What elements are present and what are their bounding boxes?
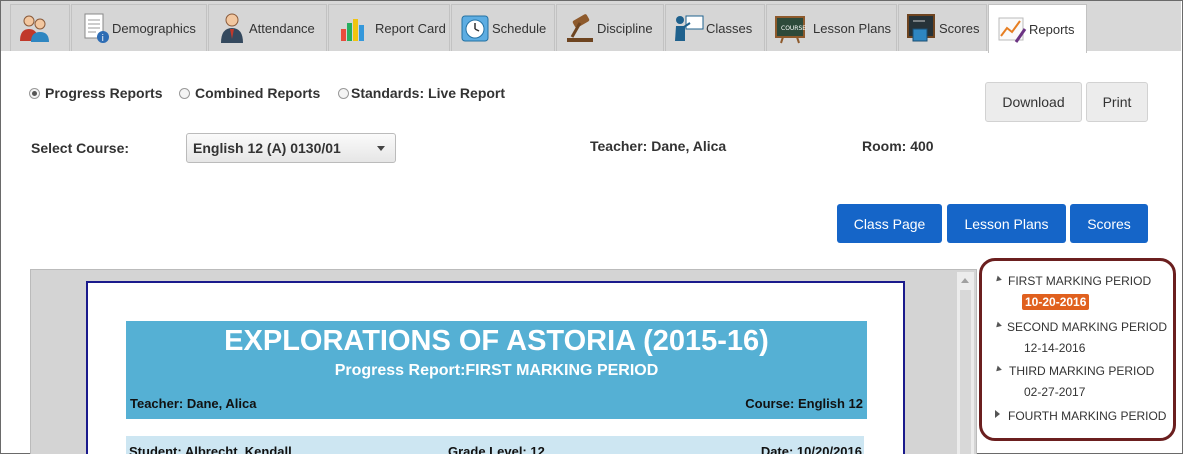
report-subtitle: Progress Report:FIRST MARKING PERIOD bbox=[334, 362, 659, 379]
marking-period-date-selected[interactable]: 10-20-2016 bbox=[1022, 294, 1090, 310]
course-select-value: English 12 (A) 0130/01 bbox=[193, 140, 341, 156]
clock-icon bbox=[458, 11, 492, 45]
tab-bar: i Demographics Attendance Report Card Sc… bbox=[1, 1, 1181, 53]
tab-attendance[interactable]: Attendance bbox=[208, 4, 327, 51]
marking-period-panel: FIRST MARKING PERIOD 10-20-2016 SECOND M… bbox=[979, 258, 1176, 441]
tab-report-card[interactable]: Report Card bbox=[328, 4, 450, 51]
teacher-info: Teacher: Dane, Alica bbox=[590, 138, 727, 154]
report-scrollbar[interactable] bbox=[957, 272, 974, 454]
radio-button[interactable] bbox=[179, 87, 190, 99]
report-grade-level: Grade Level: 12 bbox=[448, 444, 545, 454]
report-student: Student: Albrecht, Kendall bbox=[129, 444, 292, 454]
people-icon bbox=[17, 11, 51, 45]
tab-label: Demographics bbox=[112, 20, 196, 36]
marking-period-second[interactable]: SECOND MARKING PERIOD bbox=[1007, 320, 1167, 334]
teacher-icon bbox=[215, 11, 249, 45]
select-course-label: Select Course: bbox=[31, 140, 130, 156]
lesson-plans-button[interactable]: Lesson Plans bbox=[947, 204, 1066, 243]
expand-triangle-icon[interactable] bbox=[994, 275, 1002, 284]
scores-button[interactable]: Scores bbox=[1070, 204, 1148, 243]
radio-progress-reports[interactable]: Progress Reports bbox=[29, 85, 162, 101]
tab-label: Attendance bbox=[249, 20, 315, 36]
document-info-icon: i bbox=[78, 11, 112, 45]
line-chart-icon bbox=[995, 12, 1029, 46]
radio-label: Combined Reports bbox=[195, 85, 321, 101]
expand-triangle-icon[interactable] bbox=[994, 365, 1002, 374]
presenter-icon bbox=[672, 11, 706, 45]
room-info: Room: 400 bbox=[862, 138, 934, 154]
svg-text:COURSE: COURSE bbox=[781, 25, 806, 32]
tab-label: Reports bbox=[1029, 21, 1075, 37]
course-select[interactable]: English 12 (A) 0130/01 bbox=[186, 133, 396, 163]
scroll-thumb[interactable] bbox=[960, 290, 971, 454]
marking-period-fourth[interactable]: FOURTH MARKING PERIOD bbox=[1008, 409, 1166, 423]
student-info-bar: Student: Albrecht, Kendall Grade Level: … bbox=[126, 436, 864, 454]
tab-students[interactable] bbox=[10, 4, 70, 51]
tab-label: Discipline bbox=[597, 20, 653, 36]
tab-label: Classes bbox=[706, 20, 753, 36]
tab-label: Lesson Plans bbox=[813, 20, 892, 36]
chevron-down-icon bbox=[377, 146, 385, 151]
class-page-button[interactable]: Class Page bbox=[837, 204, 942, 243]
report-banner: EXPLORATIONS OF ASTORIA (2015-16) Progre… bbox=[126, 321, 867, 419]
radio-label: Progress Reports bbox=[45, 85, 163, 101]
tab-label: Schedule bbox=[492, 20, 547, 36]
chalkboard-icon: COURSE bbox=[773, 11, 807, 45]
tab-label: Report Card bbox=[375, 20, 446, 36]
radio-combined-reports[interactable]: Combined Reports bbox=[179, 85, 320, 101]
tab-lesson-plans[interactable]: COURSE Lesson Plans bbox=[766, 4, 897, 51]
tab-reports[interactable]: Reports bbox=[988, 4, 1087, 53]
marking-period-first[interactable]: FIRST MARKING PERIOD bbox=[1008, 274, 1151, 288]
tab-discipline[interactable]: Discipline bbox=[556, 4, 664, 51]
download-button[interactable]: Download bbox=[985, 82, 1082, 122]
report-teacher: Teacher: Dane, Alica bbox=[130, 396, 257, 411]
report-course: Course: English 12 bbox=[745, 396, 863, 411]
marking-period-date[interactable]: 02-27-2017 bbox=[1024, 385, 1085, 399]
svg-text:i: i bbox=[102, 34, 105, 44]
bar-chart-icon bbox=[335, 11, 369, 45]
radio-label: Standards: Live Report bbox=[351, 85, 506, 101]
tab-classes[interactable]: Classes bbox=[665, 4, 765, 51]
radio-button[interactable] bbox=[338, 87, 349, 99]
tab-schedule[interactable]: Schedule bbox=[451, 4, 555, 51]
scroll-up-icon[interactable] bbox=[961, 278, 969, 283]
chalkboard-book-icon bbox=[905, 11, 939, 45]
report-date: Date: 10/20/2016 bbox=[760, 444, 862, 454]
tab-label: Scores bbox=[939, 20, 980, 36]
marking-period-third[interactable]: THIRD MARKING PERIOD bbox=[1009, 364, 1154, 378]
print-button[interactable]: Print bbox=[1086, 82, 1148, 122]
expand-triangle-icon[interactable] bbox=[994, 321, 1002, 330]
radio-button[interactable] bbox=[29, 87, 40, 99]
radio-standards-live-report[interactable]: Standards: Live Report bbox=[338, 85, 505, 101]
marking-period-date[interactable]: 12-14-2016 bbox=[1024, 341, 1085, 355]
tab-demographics[interactable]: i Demographics bbox=[71, 4, 207, 51]
collapsed-triangle-icon[interactable] bbox=[995, 410, 1000, 418]
gavel-icon bbox=[563, 11, 597, 45]
report-title: EXPLORATIONS OF ASTORIA (2015-16) bbox=[224, 325, 769, 357]
tab-scores[interactable]: Scores bbox=[898, 4, 987, 51]
